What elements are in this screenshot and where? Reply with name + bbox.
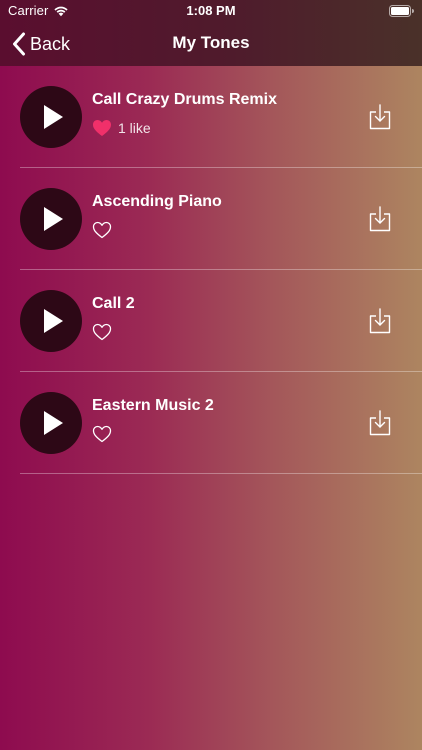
play-icon [44, 309, 63, 333]
like-group: 1 like [92, 118, 151, 138]
play-icon [44, 105, 63, 129]
download-icon[interactable] [369, 104, 391, 130]
tone-row: Call Crazy Drums Remix 1 like [0, 66, 422, 168]
tone-title: Call 2 [92, 295, 135, 312]
like-group [92, 322, 118, 342]
tone-title: Eastern Music 2 [92, 397, 214, 414]
play-button[interactable] [20, 392, 82, 454]
battery-icon [389, 5, 414, 17]
like-group [92, 424, 118, 444]
play-button[interactable] [20, 290, 82, 352]
play-icon [44, 411, 63, 435]
navigation-bar: Carrier 1:08 PM Back My Tones [0, 0, 422, 66]
page-title: My Tones [172, 33, 250, 52]
status-time: 1:08 PM [186, 3, 236, 18]
divider [20, 473, 422, 474]
download-icon[interactable] [369, 308, 391, 334]
tone-title: Ascending Piano [92, 193, 222, 210]
play-button[interactable] [20, 86, 82, 148]
tone-row: Eastern Music 2 [0, 372, 422, 474]
heart-filled-icon[interactable] [92, 119, 112, 137]
tone-row: Call 2 [0, 270, 422, 372]
play-button[interactable] [20, 188, 82, 250]
like-group [92, 220, 118, 240]
download-icon[interactable] [369, 410, 391, 436]
tone-list: Call Crazy Drums Remix 1 like Ascending … [0, 66, 422, 474]
download-icon[interactable] [369, 206, 391, 232]
like-count: 1 like [118, 120, 151, 136]
tone-title: Call Crazy Drums Remix [92, 91, 277, 108]
heart-outline-icon[interactable] [92, 425, 112, 443]
tone-row: Ascending Piano [0, 168, 422, 270]
play-icon [44, 207, 63, 231]
heart-outline-icon[interactable] [92, 323, 112, 341]
status-bar: Carrier 1:08 PM [0, 0, 422, 22]
heart-outline-icon[interactable] [92, 221, 112, 239]
